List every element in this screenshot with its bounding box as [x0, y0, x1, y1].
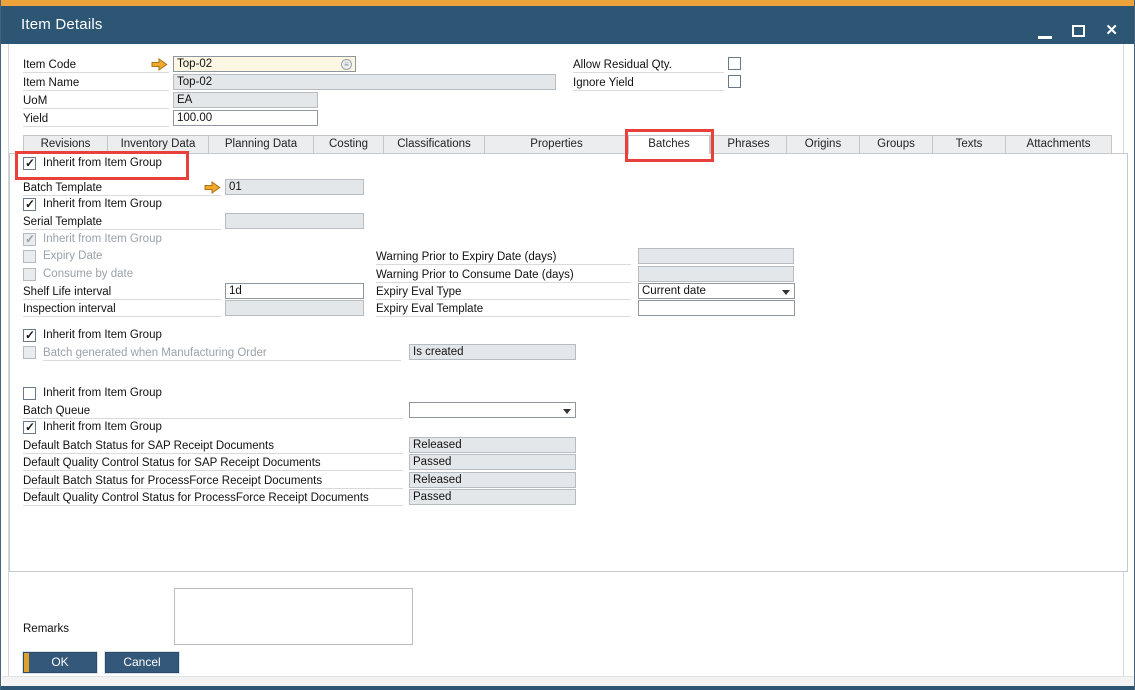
- batch-generated-label: Batch generated when Manufacturing Order: [43, 346, 401, 361]
- default-qc-status-sap-label: Default Quality Control Status for SAP R…: [23, 456, 403, 471]
- tab-groups[interactable]: Groups: [859, 135, 932, 153]
- default-batch-status-pf-field: Released: [409, 472, 576, 488]
- item-name-label: Item Name: [23, 76, 169, 91]
- default-button-accent: [24, 653, 29, 672]
- item-name-field: Top-02: [173, 74, 556, 90]
- shelf-life-interval-label: Shelf Life interval: [23, 285, 221, 300]
- inherit-batch-queue-checkbox[interactable]: [23, 387, 36, 400]
- status-strip: [2, 676, 1135, 686]
- item-code-field[interactable]: Top-02 ≡: [173, 56, 356, 72]
- yield-label: Yield: [23, 112, 169, 127]
- inherit-serial-template-label: Inherit from Item Group: [43, 198, 162, 212]
- expiry-eval-type-dropdown[interactable]: Current date: [638, 283, 795, 299]
- inherit-default-status-checkbox[interactable]: [23, 421, 36, 434]
- tab-origins[interactable]: Origins: [786, 135, 859, 153]
- expiry-date-label: Expiry Date: [43, 250, 102, 264]
- warning-consume-field: [638, 266, 794, 282]
- batch-template-label: Batch Template: [23, 181, 221, 196]
- warning-consume-label: Warning Prior to Consume Date (days): [376, 268, 631, 283]
- choose-from-list-icon[interactable]: ≡: [341, 59, 352, 70]
- batch-template-field: 01: [225, 179, 364, 195]
- shelf-life-interval-field[interactable]: 1d: [225, 283, 364, 299]
- inspection-interval-field: [225, 300, 364, 316]
- consume-by-date-checkbox: [23, 268, 36, 281]
- inherit-expiry-checkbox: [23, 233, 36, 246]
- tab-inventory-data[interactable]: Inventory Data: [107, 135, 208, 153]
- uom-label: UoM: [23, 94, 169, 109]
- expiry-eval-template-field[interactable]: [638, 300, 795, 316]
- expiry-date-checkbox: [23, 250, 36, 263]
- tab-phrases[interactable]: Phrases: [710, 135, 786, 153]
- expiry-eval-template-label: Expiry Eval Template: [376, 302, 631, 317]
- item-code-label: Item Code: [23, 58, 169, 73]
- ignore-yield-label: Ignore Yield: [573, 76, 724, 91]
- inherit-serial-template-checkbox[interactable]: [23, 198, 36, 211]
- batch-queue-label: Batch Queue: [23, 404, 403, 419]
- tab-costing[interactable]: Costing: [313, 135, 383, 153]
- inherit-batch-queue-label: Inherit from Item Group: [43, 387, 162, 401]
- link-arrow-icon[interactable]: [151, 58, 168, 71]
- default-qc-status-sap-field: Passed: [409, 454, 576, 470]
- inherit-batch-template-checkbox[interactable]: [23, 157, 36, 170]
- link-arrow-icon[interactable]: [204, 181, 221, 194]
- minimize-icon[interactable]: [1038, 36, 1052, 39]
- serial-template-label: Serial Template: [23, 215, 221, 230]
- inherit-default-status-label: Inherit from Item Group: [43, 421, 162, 435]
- close-icon[interactable]: ✕: [1105, 24, 1118, 38]
- window-controls: ✕: [1038, 12, 1118, 50]
- tab-batches[interactable]: Batches: [628, 135, 710, 154]
- inherit-batch-generated-label: Inherit from Item Group: [43, 329, 162, 343]
- tab-properties[interactable]: Properties: [484, 135, 628, 153]
- default-batch-status-sap-field: Released: [409, 437, 576, 453]
- cancel-button[interactable]: Cancel: [105, 652, 179, 673]
- consume-by-date-label: Consume by date: [43, 268, 133, 282]
- inspection-interval-label: Inspection interval: [23, 302, 221, 317]
- warning-expiry-label: Warning Prior to Expiry Date (days): [376, 250, 631, 265]
- expiry-eval-type-label: Expiry Eval Type: [376, 285, 631, 300]
- yield-field[interactable]: 100.00: [173, 110, 318, 126]
- tab-strip: Revisions Inventory Data Planning Data C…: [23, 135, 1112, 154]
- tab-revisions[interactable]: Revisions: [23, 135, 107, 153]
- remarks-textarea[interactable]: [174, 588, 413, 645]
- ignore-yield-checkbox[interactable]: [728, 75, 741, 88]
- inherit-batch-generated-checkbox[interactable]: [23, 329, 36, 342]
- window-bottom-border: [1, 686, 1134, 690]
- tab-attachments[interactable]: Attachments: [1005, 135, 1112, 153]
- batch-generated-checkbox: [23, 346, 36, 359]
- allow-residual-label: Allow Residual Qty.: [573, 58, 724, 73]
- titlebar[interactable]: Item Details ✕: [1, 6, 1134, 44]
- allow-residual-checkbox[interactable]: [728, 57, 741, 70]
- warning-expiry-field: [638, 248, 794, 264]
- default-batch-status-sap-label: Default Batch Status for SAP Receipt Doc…: [23, 439, 403, 454]
- default-qc-status-pf-field: Passed: [409, 489, 576, 505]
- default-batch-status-pf-label: Default Batch Status for ProcessForce Re…: [23, 474, 403, 489]
- maximize-icon[interactable]: [1072, 25, 1085, 37]
- remarks-label: Remarks: [23, 622, 123, 637]
- default-qc-status-pf-label: Default Quality Control Status for Proce…: [23, 491, 403, 506]
- tab-classifications[interactable]: Classifications: [383, 135, 484, 153]
- inherit-batch-template-label: Inherit from Item Group: [43, 157, 162, 171]
- uom-field: EA: [173, 92, 318, 108]
- ok-button[interactable]: OK: [23, 652, 97, 673]
- batch-generated-field: Is created: [409, 344, 576, 360]
- tab-texts[interactable]: Texts: [932, 135, 1005, 153]
- dropdown-arrow-icon: [782, 290, 790, 295]
- tab-planning-data[interactable]: Planning Data: [208, 135, 313, 153]
- serial-template-field: [225, 213, 364, 229]
- inherit-expiry-label: Inherit from Item Group: [43, 233, 162, 247]
- window-title: Item Details: [21, 6, 103, 44]
- item-details-window: Item Details ✕ Item Code Top-02 ≡ Item N…: [0, 0, 1135, 690]
- dropdown-arrow-icon: [563, 409, 571, 414]
- batch-queue-dropdown[interactable]: [409, 402, 576, 418]
